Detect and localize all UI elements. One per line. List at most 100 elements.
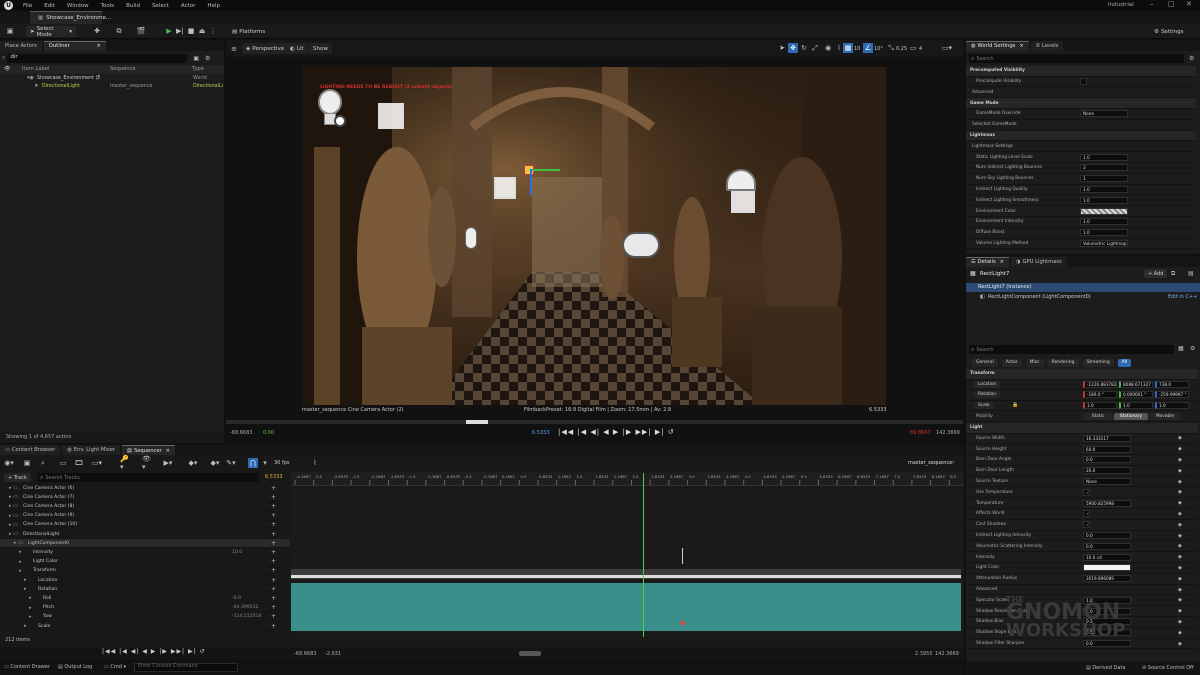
- keyframe-icon[interactable]: ◆: [1178, 522, 1182, 528]
- more-options-icon[interactable]: ⋮: [208, 26, 218, 36]
- track-value[interactable]: -0.0: [232, 596, 241, 601]
- keyframe-icon[interactable]: ◆: [1178, 446, 1182, 452]
- tab-levels[interactable]: ≣ Levels: [1030, 40, 1064, 51]
- tab-world-settings[interactable]: ◍ World Settings ×: [966, 40, 1029, 51]
- tab-outliner[interactable]: Outliner ×: [43, 40, 106, 51]
- lock-icon[interactable]: 🔒: [1012, 402, 1018, 408]
- add-key-icon[interactable]: +: [271, 595, 276, 602]
- sequencer-track[interactable]: ▸ ▭ Cine Camera Actor (8) +: [0, 502, 290, 512]
- sequencer-track[interactable]: ▸ ▭ LightComponent0 +: [0, 539, 290, 549]
- keyframe-icon[interactable]: ◆: [1178, 533, 1182, 539]
- world-setting-row[interactable]: Lightmass: [966, 130, 1196, 142]
- sequencer-track[interactable]: ▸ ▭ Cine Camera Actor (9) +: [0, 512, 290, 521]
- cinematics-icon[interactable]: 🎬: [136, 26, 146, 36]
- sequencer-track[interactable]: ▸ Yaw -114.512514 +: [0, 613, 290, 622]
- key-diamond-icon[interactable]: ◆▾: [188, 458, 198, 468]
- stop-icon[interactable]: ■: [186, 26, 196, 36]
- light-section-header[interactable]: Light: [966, 423, 1198, 434]
- component-row[interactable]: ◧ RectLightComponent (LightComponent0) E…: [966, 293, 1200, 302]
- property-value[interactable]: 0.0: [1083, 542, 1131, 550]
- menu-file[interactable]: File: [17, 3, 38, 9]
- property-value[interactable]: 16.333117: [1083, 434, 1131, 442]
- console-input[interactable]: Enter Console Command: [134, 663, 238, 672]
- add-key-icon[interactable]: +: [271, 577, 276, 584]
- rotation-z[interactable]: -259.99997 °: [1155, 391, 1189, 399]
- filter-actor[interactable]: Actor: [1001, 358, 1022, 367]
- save-icon[interactable]: ▣: [22, 458, 32, 468]
- keyframe-icon[interactable]: ◆: [1178, 511, 1182, 517]
- add-key-icon[interactable]: +: [271, 494, 276, 501]
- mobility-stationary[interactable]: Stationary: [1114, 412, 1148, 420]
- color-swatch[interactable]: [1080, 207, 1128, 215]
- add-key-icon[interactable]: +: [271, 503, 276, 510]
- sequencer-track[interactable]: ▸ Intensity 10.0 +: [0, 548, 290, 558]
- add-key-icon[interactable]: +: [271, 613, 276, 620]
- rotation-snap-value[interactable]: 10°: [874, 46, 883, 52]
- property-value[interactable]: 0.0: [1083, 532, 1131, 540]
- property-value[interactable]: None: [1083, 478, 1131, 486]
- curve-icon[interactable]: ◆▾: [210, 458, 220, 468]
- sequencer-track[interactable]: ▸ ▭ Cine Camera Actor (10) +: [0, 521, 290, 530]
- rotation-x[interactable]: -189.0 °: [1083, 391, 1117, 399]
- mobility-static[interactable]: Static: [1083, 412, 1113, 420]
- tab-details[interactable]: ☰ Details ×: [966, 256, 1009, 267]
- maximize-icon[interactable]: □: [1168, 0, 1175, 8]
- grid-snap-icon[interactable]: ▦: [843, 43, 853, 53]
- point-light-icon[interactable]: [316, 89, 346, 133]
- gear-icon[interactable]: ⚙: [205, 55, 210, 62]
- menu-actor[interactable]: Actor: [175, 3, 201, 9]
- keyframe-icon[interactable]: ◆: [1178, 576, 1182, 582]
- track-search-input[interactable]: ⌕ Search Tracks: [38, 473, 258, 482]
- more-options-icon[interactable]: ▤: [1188, 270, 1194, 277]
- rotation-dropdown[interactable]: Rotation: [974, 391, 1000, 399]
- viewport-scrubber[interactable]: [226, 420, 963, 424]
- translate-tool-icon[interactable]: ✥: [788, 43, 798, 53]
- scale-z[interactable]: 1.0: [1155, 402, 1189, 410]
- keyframe-icon[interactable]: ◆: [1178, 435, 1182, 441]
- outliner-search-input[interactable]: dir: [7, 53, 188, 63]
- location-dropdown[interactable]: Location: [974, 380, 1001, 388]
- camera-speed-icon[interactable]: ▭: [908, 43, 918, 53]
- blueprint-add-icon[interactable]: ⧉: [1171, 270, 1175, 278]
- close-tab-icon[interactable]: ×: [96, 43, 100, 49]
- property-value[interactable]: 10.0 cd: [1083, 553, 1131, 561]
- tab-gpu-lightmass[interactable]: ◑ GPU Lightmass: [1011, 256, 1067, 267]
- filter-misc[interactable]: Misc: [1025, 358, 1044, 367]
- mobility-movable[interactable]: Movable: [1149, 412, 1181, 420]
- world-setting-value[interactable]: 1: [1080, 175, 1128, 183]
- actor-name-field[interactable]: RectLight7: [980, 271, 1130, 277]
- sequencer-track[interactable]: ▸ Scale +: [0, 622, 290, 632]
- horizontal-scrollbar[interactable]: [519, 651, 541, 656]
- close-tab-icon[interactable]: ×: [1000, 259, 1004, 265]
- property-value[interactable]: 64.0: [1083, 445, 1131, 453]
- derived-data-button[interactable]: ▤ Derived Data: [1086, 665, 1125, 671]
- keyframe-icon[interactable]: ◆: [1178, 543, 1182, 549]
- rotate-tool-icon[interactable]: ↻: [799, 43, 809, 53]
- world-setting-value[interactable]: 1.0: [1080, 186, 1128, 194]
- add-key-icon[interactable]: +: [271, 540, 276, 547]
- perspective-button[interactable]: ◈ Perspective: [242, 43, 289, 54]
- world-setting-row[interactable]: Game Mode: [966, 98, 1196, 109]
- current-frame-field[interactable]: 6.5333: [265, 474, 283, 480]
- track-value[interactable]: -44.399532: [232, 605, 259, 610]
- track-expand-icon[interactable]: ▸: [29, 605, 32, 611]
- grid-snap-value[interactable]: 10: [854, 46, 860, 52]
- track-expand-icon[interactable]: ▸: [19, 549, 22, 555]
- snap-icon[interactable]: ⋂: [248, 458, 258, 468]
- rect-light-icon[interactable]: [494, 177, 516, 199]
- filter-all[interactable]: All: [1117, 358, 1132, 367]
- platforms-button[interactable]: ▤ Platforms: [228, 26, 269, 37]
- keyframe-icon[interactable]: ◆: [1178, 468, 1182, 474]
- world-settings-search[interactable]: ⌕ Search: [969, 54, 1184, 63]
- chevron-right-icon[interactable]: ›: [952, 459, 954, 466]
- world-setting-value[interactable]: Volumetric Lightmap: [1080, 240, 1128, 248]
- sequencer-track[interactable]: ▸ ▭ DirectionalLight +: [0, 530, 290, 540]
- table-row[interactable]: ☀ DirectionalLight master_sequence Direc…: [0, 83, 224, 91]
- close-tab-icon[interactable]: ×: [1019, 43, 1023, 49]
- tab-sequencer[interactable]: ▤ Sequencer ×: [122, 445, 176, 455]
- rotation-snap-icon[interactable]: ∠: [863, 43, 873, 53]
- unreal-logo-icon[interactable]: U: [4, 1, 13, 10]
- track-expand-icon[interactable]: ▸ ▭: [9, 513, 18, 519]
- layout-icon[interactable]: ▭▾: [940, 43, 954, 53]
- menu-window[interactable]: Window: [61, 3, 95, 9]
